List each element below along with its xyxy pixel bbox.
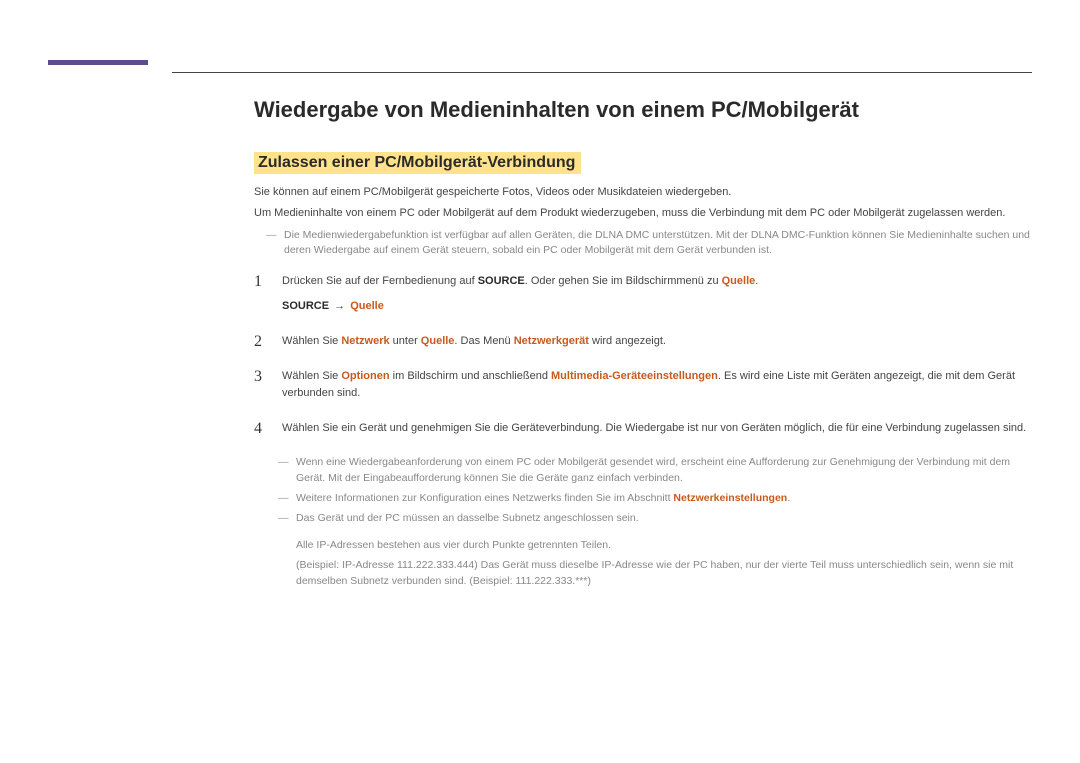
step-4: 4 Wählen Sie ein Gerät und genehmigen Si… <box>254 420 1032 437</box>
page-title: Wiedergabe von Medieninhalten von einem … <box>254 96 1032 124</box>
step-3: 3 Wählen Sie Optionen im Bildschirm und … <box>254 368 1032 402</box>
step-3-text: Wählen Sie Optionen im Bildschirm und an… <box>282 370 1015 399</box>
quelle-label: Quelle <box>722 275 756 287</box>
bottom-note-3: Das Gerät und der PC müssen an dasselbe … <box>266 511 1032 527</box>
arrow-icon: → <box>332 300 347 312</box>
top-note-list: Die Medienwiedergabefunktion ist verfügb… <box>254 228 1032 260</box>
step-1: 1 Drücken Sie auf der Fernbedienung auf … <box>254 273 1032 315</box>
step-1-text: Drücken Sie auf der Fernbedienung auf SO… <box>282 275 758 287</box>
bottom-note-1: Wenn eine Wiedergabeanforderung von eine… <box>266 455 1032 487</box>
netzwerkgeraet-label: Netzwerkgerät <box>514 335 589 347</box>
steps-list: 1 Drücken Sie auf der Fernbedienung auf … <box>254 273 1032 437</box>
step-1-sub: SOURCE → Quelle <box>282 298 1032 315</box>
document-page: Wiedergabe von Medieninhalten von einem … <box>0 0 1080 763</box>
step-number: 1 <box>254 270 262 295</box>
content-area: Wiedergabe von Medieninhalten von einem … <box>254 96 1032 594</box>
sub-quelle: Quelle <box>350 300 384 312</box>
step-number: 4 <box>254 417 262 442</box>
accent-bar <box>48 60 148 65</box>
step-2: 2 Wählen Sie Netzwerk unter Quelle. Das … <box>254 333 1032 350</box>
step-number: 3 <box>254 365 262 390</box>
netzwerk-label: Netzwerk <box>341 335 389 347</box>
step-4-text: Wählen Sie ein Gerät und genehmigen Sie … <box>282 422 1026 434</box>
header-rule <box>172 72 1032 73</box>
bottom-note-2: Weitere Informationen zur Konfiguration … <box>266 491 1032 507</box>
multimedia-label: Multimedia-Geräteeinstellungen <box>551 370 718 382</box>
optionen-label: Optionen <box>341 370 389 382</box>
netzwerkeinstellungen-label: Netzwerkeinstellungen <box>673 492 787 504</box>
intro-line-1: Sie können auf einem PC/Mobilgerät gespe… <box>254 184 1032 201</box>
top-note-item: Die Medienwiedergabefunktion ist verfügb… <box>254 228 1032 260</box>
section-subheading: Zulassen einer PC/Mobilgerät-Verbindung <box>254 152 581 174</box>
step-number: 2 <box>254 330 262 355</box>
bottom-note-3-sub2: (Beispiel: IP-Adresse 111.222.333.444) D… <box>266 558 1032 590</box>
quelle-label-2: Quelle <box>421 335 455 347</box>
bottom-note-3-sub1: Alle IP-Adressen bestehen aus vier durch… <box>266 538 1032 554</box>
sub-source: SOURCE <box>282 300 329 312</box>
intro-line-2: Um Medieninhalte von einem PC oder Mobil… <box>254 205 1032 222</box>
source-label: SOURCE <box>478 275 525 287</box>
bottom-note-list: Wenn eine Wiedergabeanforderung von eine… <box>266 455 1032 526</box>
step-2-text: Wählen Sie Netzwerk unter Quelle. Das Me… <box>282 335 666 347</box>
